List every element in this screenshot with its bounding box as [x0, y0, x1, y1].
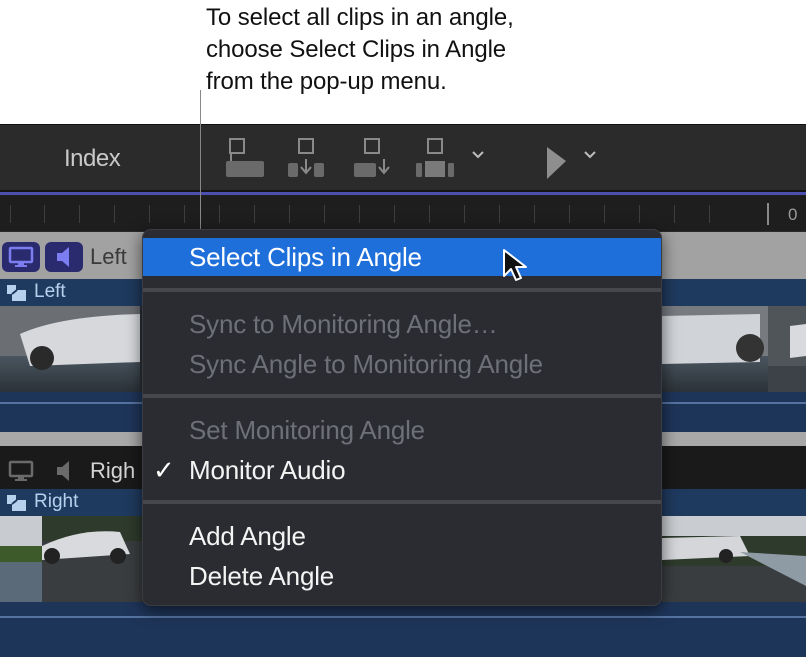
ruler-tick	[44, 205, 45, 223]
menu-separator	[143, 288, 661, 292]
audio-waveform[interactable]	[0, 602, 806, 657]
ruler-major-tick	[767, 203, 769, 225]
ruler-tick	[464, 205, 465, 223]
ruler-tick	[324, 205, 325, 223]
callout-line-3: from the pop-up menu.	[206, 68, 447, 95]
ruler-tick	[639, 205, 640, 223]
ruler-tick	[289, 205, 290, 223]
menu-item-select-clips-in-angle[interactable]: Select Clips in Angle	[143, 238, 661, 276]
speaker-icon	[57, 461, 69, 481]
overwrite-clip-icon[interactable]	[414, 137, 458, 181]
ruler-tick	[149, 205, 150, 223]
ruler-tick	[114, 205, 115, 223]
video-monitor-button[interactable]	[2, 456, 40, 486]
angle-name: Righ	[90, 458, 136, 483]
menu-separator	[143, 500, 661, 504]
chevron-down-icon[interactable]	[582, 149, 598, 161]
timeline-ruler[interactable]: 0	[0, 195, 806, 232]
video-monitor-button[interactable]	[2, 242, 40, 272]
callout-text: To select all clips in an angle, choose …	[206, 2, 626, 98]
speaker-icon	[57, 247, 69, 267]
ruler-tick	[219, 205, 220, 223]
ruler-tick	[79, 205, 80, 223]
menu-item-delete-angle[interactable]: Delete Angle	[143, 557, 661, 595]
monitor-icon	[8, 246, 34, 267]
ruler-tick	[429, 205, 430, 223]
ruler-tick	[674, 205, 675, 223]
ruler-tick	[394, 205, 395, 223]
callout-line-1: To select all clips in an angle,	[206, 4, 514, 31]
connect-clip-icon[interactable]	[224, 137, 266, 181]
ruler-tick	[569, 205, 570, 223]
clip-title: Right	[34, 491, 79, 512]
ruler-tick	[10, 205, 11, 223]
menu-item-add-angle[interactable]: Add Angle	[143, 517, 661, 555]
ruler-tick	[499, 205, 500, 223]
chevron-down-icon[interactable]	[470, 149, 486, 161]
monitor-icon	[8, 460, 34, 481]
audio-monitor-button[interactable]	[45, 242, 83, 272]
ruler-tick	[604, 205, 605, 223]
ruler-tick	[359, 205, 360, 223]
ruler-tick	[184, 205, 185, 223]
clip-angle-icon	[7, 495, 26, 511]
angle-popup-menu: Select Clips in Angle Sync to Monitoring…	[142, 229, 662, 606]
select-tool-icon[interactable]	[544, 145, 570, 181]
callout-leader-line	[200, 90, 201, 230]
ruler-tick	[709, 205, 710, 223]
clip-title: Left	[34, 281, 66, 302]
audio-monitor-button[interactable]	[45, 456, 83, 486]
clip-angle-icon	[7, 285, 26, 301]
menu-item-set-monitoring-angle[interactable]: Set Monitoring Angle	[143, 411, 661, 449]
ruler-tick	[254, 205, 255, 223]
menu-item-sync-to-monitoring-angle[interactable]: Sync to Monitoring Angle…	[143, 305, 661, 343]
menu-item-sync-angle-to-monitoring-angle[interactable]: Sync Angle to Monitoring Angle	[143, 345, 661, 383]
menu-item-monitor-audio[interactable]: ✓ Monitor Audio	[143, 451, 661, 489]
audio-level-line	[0, 616, 806, 618]
checkmark-icon: ✓	[153, 455, 175, 485]
menu-separator	[143, 394, 661, 398]
angle-name: Left	[90, 244, 127, 269]
mouse-pointer-icon	[503, 249, 527, 281]
ruler-tick	[534, 205, 535, 223]
timeline-toolbar: Index	[0, 124, 806, 192]
insert-clip-icon[interactable]	[286, 137, 326, 181]
callout-line-2: choose Select Clips in Angle	[206, 36, 507, 63]
index-button[interactable]: Index	[64, 145, 121, 173]
append-clip-icon[interactable]	[352, 137, 392, 181]
menu-item-label: Monitor Audio	[189, 455, 346, 485]
ruler-timecode: 0	[788, 205, 798, 224]
